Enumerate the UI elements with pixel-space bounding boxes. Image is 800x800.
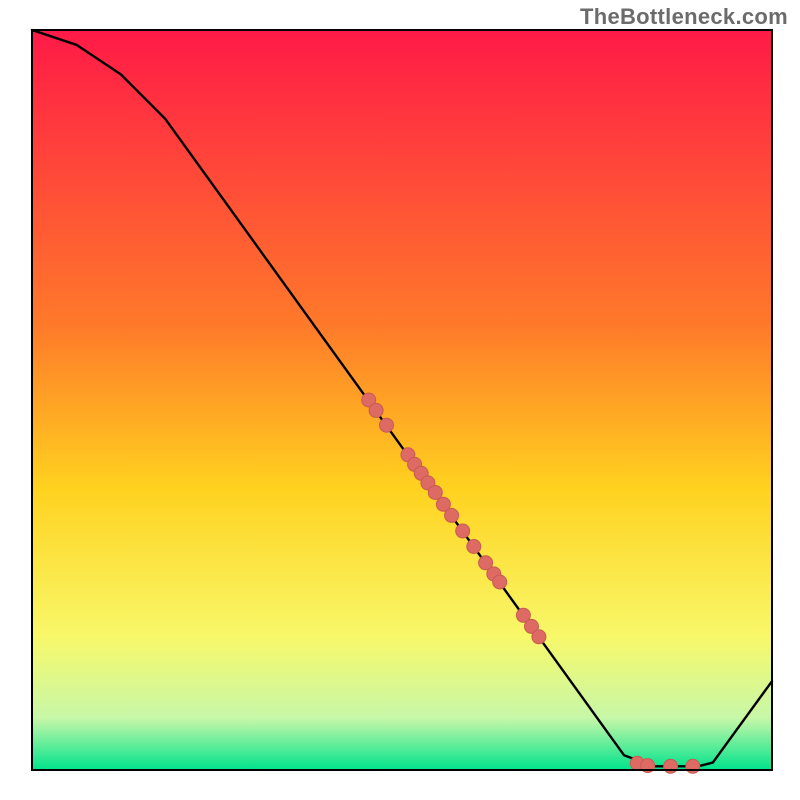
marker-dot	[467, 540, 481, 554]
bottleneck-chart	[0, 0, 800, 800]
marker-dot	[686, 759, 700, 773]
marker-dot	[456, 524, 470, 538]
marker-dot	[445, 508, 459, 522]
chart-stage: TheBottleneck.com	[0, 0, 800, 800]
marker-dot	[493, 575, 507, 589]
marker-dot	[369, 403, 383, 417]
marker-dot	[380, 418, 394, 432]
marker-dot	[532, 630, 546, 644]
marker-dot	[428, 486, 442, 500]
watermark-text: TheBottleneck.com	[580, 4, 788, 30]
marker-dot	[664, 759, 678, 773]
plot-background	[32, 30, 772, 770]
